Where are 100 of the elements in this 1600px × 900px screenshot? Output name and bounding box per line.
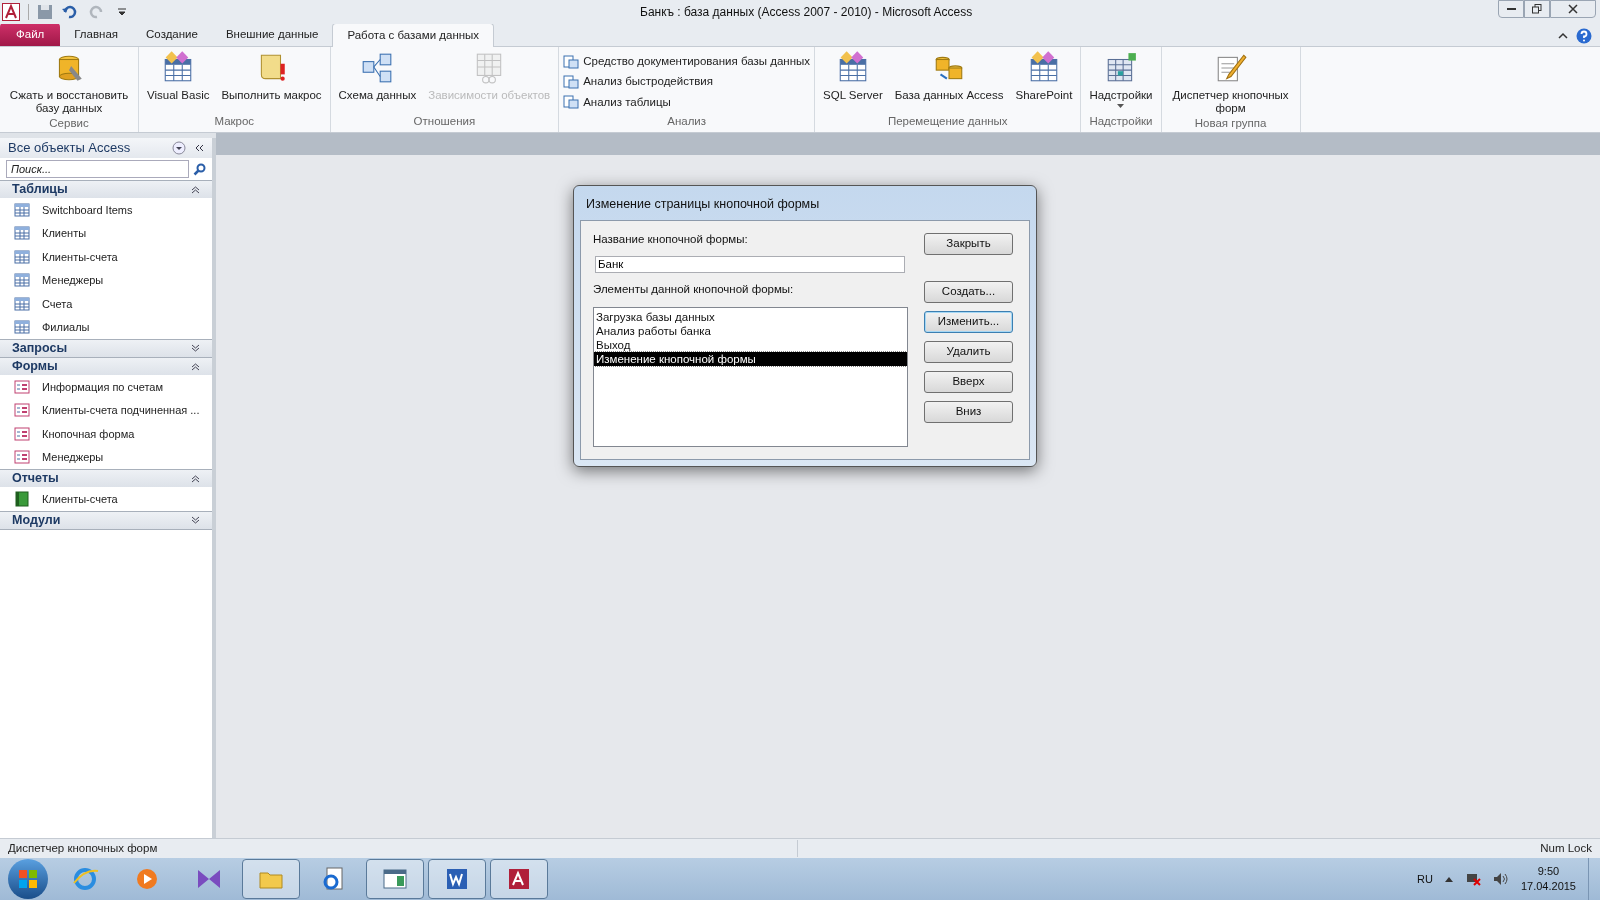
form-icon (14, 449, 30, 466)
form-icon (14, 425, 30, 442)
nav-group-header[interactable]: Формы (0, 357, 212, 375)
document-icon (563, 53, 580, 70)
ribbon-button[interactable]: Анализ таблицы (563, 93, 811, 111)
dialog-button[interactable]: Закрыть (924, 233, 1013, 255)
restore-icon (1532, 4, 1542, 14)
ribbon-button[interactable]: Надстройки (1085, 51, 1157, 109)
customize-menu-icon[interactable] (117, 7, 127, 17)
expand-icon[interactable] (191, 515, 200, 525)
nav-item[interactable]: Клиенты-счета подчиненная ... (0, 398, 212, 422)
taskbar-app-button[interactable] (366, 859, 424, 899)
nav-item[interactable]: Switchboard Items (0, 198, 212, 222)
items-listbox[interactable]: Загрузка базы данных Анализ работы банка Выход Изменение кнопочной формы (593, 306, 908, 447)
dialog-button[interactable]: Удалить (924, 341, 1013, 363)
ribbon-group-label: Надстройки (1088, 113, 1154, 129)
dialog-button[interactable]: Вниз (924, 401, 1013, 423)
field-label: Название кнопочной формы: (593, 232, 749, 247)
nav-group-label: Таблицы (12, 181, 69, 199)
name-field[interactable]: Банк (595, 256, 905, 274)
num-lock-indicator: Num Lock (1539, 840, 1593, 856)
dropdown-circle-icon[interactable] (172, 141, 186, 155)
nav-group-label: Формы (12, 358, 59, 376)
ribbon-button[interactable]: Сжать и восстановить базу данных (4, 51, 134, 115)
clock-date[interactable]: 17.04.2015 (1520, 879, 1576, 894)
nav-item[interactable]: Клиенты-счета (0, 487, 212, 511)
nav-item[interactable]: Клиенты (0, 221, 212, 245)
app-logo-icon[interactable] (2, 3, 20, 21)
nav-group-header[interactable]: Отчеты (0, 469, 212, 487)
ribbon-tab[interactable]: Работа с базами данных (332, 23, 495, 47)
nav-group-label: Модули (12, 511, 62, 529)
help-icon[interactable] (1576, 28, 1592, 44)
ribbon-group-label: Макрос (213, 113, 256, 129)
nav-item[interactable]: Информация по счетам (0, 375, 212, 399)
list-item[interactable]: Выход (594, 337, 907, 352)
nav-group-header[interactable]: Запросы (0, 339, 212, 357)
nav-group-header[interactable]: Таблицы (0, 180, 212, 198)
ribbon-button[interactable]: Visual Basic (143, 51, 214, 102)
collapse-chevrons-icon[interactable] (194, 143, 204, 153)
taskbar-app-button[interactable] (428, 859, 486, 899)
speaker-icon[interactable] (1492, 872, 1509, 886)
search-field[interactable]: Поиск... (6, 160, 189, 178)
dialog-button[interactable]: Вверх (924, 371, 1013, 393)
ribbon-group-label: Перемещение данных (886, 113, 1009, 129)
table-icon (14, 295, 30, 312)
book-icon (14, 490, 30, 507)
undo-icon[interactable] (61, 4, 77, 20)
form-icon (14, 402, 30, 419)
form-icon (14, 378, 30, 395)
nav-item[interactable]: Счета (0, 292, 212, 316)
list-item[interactable]: Анализ работы банка (594, 323, 907, 338)
dropdown-caret-icon (1117, 104, 1125, 109)
file-tab[interactable]: Файл (0, 23, 61, 46)
taskbar-app-button[interactable] (490, 859, 548, 899)
ribbon-button[interactable]: SharePoint (1011, 51, 1077, 102)
nav-group-label: Запросы (12, 340, 69, 358)
globe-icon (71, 865, 99, 893)
ribbon-button[interactable]: Выполнить макрос (217, 51, 326, 102)
ribbon-button[interactable]: SQL Server (819, 51, 887, 102)
start-button[interactable] (8, 859, 48, 899)
dialog-button[interactable]: Изменить... (924, 311, 1013, 333)
windows-logo-icon (18, 869, 38, 889)
ribbon-button[interactable]: Диспетчер кнопочных форм (1165, 51, 1296, 115)
ribbon-button[interactable]: Средство документирования базы данных (563, 53, 811, 71)
nav-item[interactable]: Менеджеры (0, 268, 212, 292)
expand-icon[interactable] (191, 344, 200, 353)
nav-group-label: Отчеты (12, 470, 60, 488)
nav-item[interactable]: Клиенты-счета (0, 245, 212, 269)
ribbon-tab[interactable]: Создание (132, 23, 212, 46)
nav-pane-title: Все объекты Access (8, 139, 132, 158)
language-indicator[interactable]: RU (1417, 870, 1433, 888)
ribbon-tab[interactable]: Внешние данные (211, 23, 333, 46)
tray-arrow-icon[interactable] (1444, 876, 1453, 882)
nav-item[interactable]: Филиалы (0, 315, 212, 339)
table-icon (14, 248, 30, 265)
collapse-icon[interactable] (191, 474, 200, 483)
collapse-icon[interactable] (191, 362, 200, 371)
minimize-button[interactable] (1498, 0, 1524, 18)
ribbon-button[interactable]: Схема данных (334, 51, 421, 102)
search-icon[interactable] (193, 162, 206, 176)
ribbon-group-label: Анализ (666, 113, 708, 129)
collapse-icon[interactable] (191, 185, 200, 194)
table-icon (14, 319, 30, 336)
collapse-ribbon-icon[interactable] (1558, 32, 1568, 40)
taskbar-app-button[interactable] (242, 859, 300, 899)
network-icon[interactable] (1464, 872, 1481, 886)
ribbon-button[interactable]: База данных Access (890, 51, 1008, 102)
document-icon (563, 73, 580, 90)
nav-item[interactable]: Кнопочная форма (0, 422, 212, 446)
clock-time[interactable]: 9:50 (1537, 864, 1560, 879)
nav-item[interactable]: Менеджеры (0, 445, 212, 469)
table-icon (14, 201, 30, 218)
dialog-button[interactable]: Создать... (924, 281, 1013, 303)
restore-button[interactable] (1524, 0, 1550, 18)
table-icon (14, 225, 30, 242)
ribbon-button[interactable]: Анализ быстродействия (563, 73, 811, 91)
list-item[interactable]: Загрузка базы данных (594, 309, 907, 324)
list-item[interactable]: Изменение кнопочной формы (594, 351, 907, 366)
ribbon-tab[interactable]: Главная (60, 23, 133, 46)
nav-group-header[interactable]: Модули (0, 510, 212, 529)
